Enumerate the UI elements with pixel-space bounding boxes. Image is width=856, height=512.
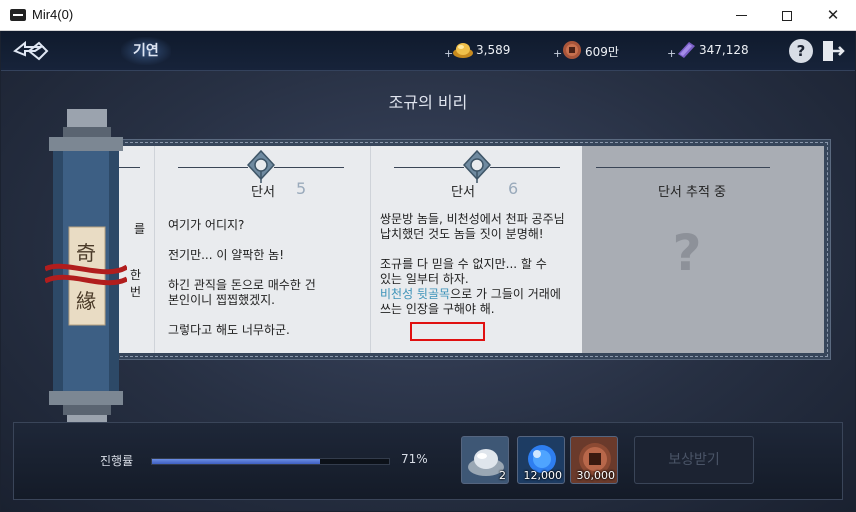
- page-title: 기연: [121, 37, 171, 65]
- progress-bar-panel: 진행률 71% 2 12,000 30,000 보상받기: [13, 422, 843, 500]
- claim-reward-button[interactable]: 보상받기: [634, 436, 754, 484]
- exit-icon: [823, 41, 845, 61]
- maximize-button[interactable]: [764, 0, 810, 31]
- card-divider: [154, 146, 155, 353]
- progress-percent: 71%: [401, 452, 428, 466]
- maximize-icon: [782, 10, 792, 21]
- reward-blue-orb[interactable]: 12,000: [517, 436, 565, 484]
- copper-amount: 609만: [585, 45, 619, 59]
- clue-line-with-link: 비천성 뒷골목으로 가 그들이 거래에: [380, 287, 561, 302]
- reward-silver-ingot[interactable]: 2: [461, 436, 509, 484]
- card-rule: [394, 167, 464, 168]
- clue-line: 그렇다고 해도 너무하군.: [168, 323, 290, 337]
- card-rule: [596, 167, 770, 168]
- clue-heading: 단서: [251, 185, 275, 200]
- clue-line: 쓰는 인장을 구해야 해.: [380, 302, 495, 316]
- clue-line: 본인이니 찝찝했겠지.: [168, 293, 275, 307]
- gold-ingot-icon: [453, 43, 473, 58]
- darksteel-icon: [678, 42, 695, 58]
- scroll-graphic: [43, 109, 129, 429]
- gold-amount: 3,589: [476, 43, 511, 57]
- clue-heading: 단서: [451, 185, 475, 200]
- tracking-heading: 단서 추적 중: [657, 185, 727, 200]
- clue-line: 있는 일부터 하자.: [380, 272, 469, 286]
- quest-title: 조규의 비리: [388, 93, 468, 112]
- reward-copper-coin[interactable]: 30,000: [570, 436, 618, 484]
- clue-seal-icon: [247, 150, 275, 183]
- card-rule: [490, 167, 560, 168]
- clue-line-rest: 으로 가 그들이 거래에: [450, 287, 561, 301]
- card-divider: [370, 146, 371, 353]
- exit-button[interactable]: [821, 38, 845, 64]
- location-link[interactable]: 비천성 뒷골목: [380, 287, 450, 301]
- clue-seal-icon: [463, 150, 491, 183]
- clue-card-5[interactable]: 단서 5 여기가 어디지? 전기만... 이 얄팍한 놈! 하긴 관직을 돈으로…: [156, 146, 366, 353]
- clue-line: 하긴 관직을 돈으로 매수한 건: [168, 278, 316, 292]
- minimize-icon: [735, 15, 747, 16]
- clue-line: 조규를 다 믿을 수 없지만... 할 수: [380, 257, 547, 271]
- clue-number: 5: [296, 179, 307, 198]
- app-icon: [10, 9, 26, 21]
- reward-quantity: 30,000: [576, 469, 616, 482]
- clue-line: 여기가 어디지?: [168, 218, 245, 232]
- close-icon: ✕: [826, 6, 840, 24]
- scroll-character: 緣: [76, 289, 96, 313]
- help-button[interactable]: ?: [789, 39, 813, 63]
- reward-quantity: 12,000: [523, 469, 563, 482]
- back-button[interactable]: [11, 37, 51, 65]
- clue-line: 납치했던 것도 놈들 짓이 분명해!: [380, 227, 544, 241]
- card-rule: [274, 167, 344, 168]
- top-bar: 기연 + 3,589 + 609만 + 347,128 ?: [1, 31, 855, 71]
- clue-line: 쌍문방 놈들, 비천성에서 천파 공주님: [380, 212, 565, 226]
- progress-label: 진행률: [100, 454, 134, 468]
- scroll-character: 奇: [76, 241, 96, 265]
- link-highlight-box: [410, 322, 485, 341]
- card-rule: [178, 167, 248, 168]
- progress-fill: [152, 459, 321, 464]
- reward-quantity: 2: [499, 469, 506, 482]
- darksteel-amount: 347,128: [699, 43, 749, 57]
- scroll-emblem: 奇 緣: [43, 109, 129, 429]
- clue-card-locked: 단서 추적 중 ?: [582, 146, 824, 353]
- copper-coin-icon: [563, 41, 581, 59]
- progress-track: [151, 458, 390, 465]
- unknown-clue-mark: ?: [672, 224, 702, 282]
- minimize-button[interactable]: [718, 0, 764, 31]
- game-view: 기연 + 3,589 + 609만 + 347,128 ? 조규의 비리 를 한…: [1, 31, 855, 511]
- back-arrow-icon: [13, 40, 49, 61]
- clue-line: 전기만... 이 얄팍한 놈!: [168, 248, 285, 262]
- clue-fragment: 를: [134, 222, 146, 236]
- window-title: Mir4(0): [32, 7, 74, 22]
- clue-fragment: 한 번: [130, 268, 142, 299]
- window-titlebar: Mir4(0) ✕: [0, 0, 856, 31]
- close-button[interactable]: ✕: [810, 0, 856, 31]
- clue-number: 6: [508, 179, 519, 198]
